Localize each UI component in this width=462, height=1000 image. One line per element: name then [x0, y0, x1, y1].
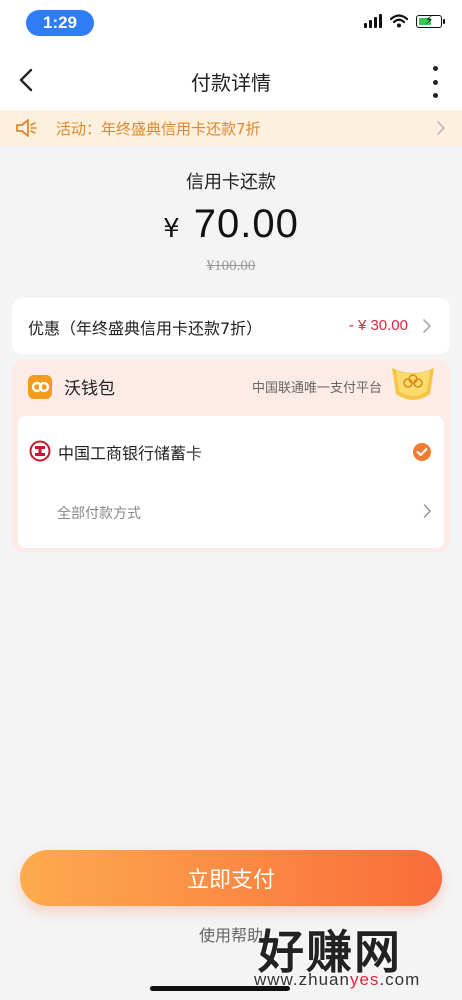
icbc-bank-icon: [29, 440, 51, 462]
nav-bar: 付款详情: [0, 50, 462, 110]
wallet-slogan: 中国联通唯一支付平台: [251, 381, 382, 396]
chevron-right-icon: [437, 121, 446, 135]
battery-charging-icon: ⚡: [416, 13, 445, 28]
status-bar: 1:29 ⚡: [0, 0, 462, 50]
original-amount: ¥100.00: [206, 258, 256, 274]
amount-row: ¥ 70.00: [0, 202, 462, 247]
status-icons: ⚡: [364, 13, 445, 28]
wallet-name: 沃钱包: [64, 379, 115, 399]
signal-icon: [364, 14, 382, 28]
masked-card-number: [188, 432, 308, 466]
chevron-right-icon: [423, 319, 432, 333]
selected-bank-card[interactable]: 中国工商银行储蓄卡: [58, 440, 202, 464]
watermark-logo: 好赚网 www.zhuanyes.com: [252, 916, 452, 996]
payment-title: 信用卡还款: [186, 172, 276, 193]
page-title: 付款详情: [191, 71, 271, 95]
wifi-icon: [390, 14, 408, 28]
unicom-badge-icon: [392, 368, 434, 400]
currency-symbol: ¥: [163, 214, 180, 244]
payment-amount: 70.00: [193, 202, 299, 246]
promo-text: 活动：年终盛典信用卡还款7折: [56, 120, 261, 138]
more-vertical-icon[interactable]: [430, 66, 440, 98]
discount-row[interactable]: 优惠（年终盛典信用卡还款7折） - ¥ 30.00: [12, 298, 450, 354]
check-circle-icon[interactable]: [412, 442, 432, 462]
wallet-card: 沃钱包 中国联通唯一支付平台 中国工商银行储蓄卡 全部付款方式: [12, 360, 450, 552]
status-time: 1:29: [26, 10, 94, 36]
home-indicator[interactable]: [150, 986, 290, 991]
pay-now-button[interactable]: 立即支付: [20, 850, 442, 906]
amount-section: 信用卡还款 ¥ 70.00 ¥100.00: [0, 146, 462, 296]
speaker-icon: [16, 119, 37, 137]
promo-banner[interactable]: 活动：年终盛典信用卡还款7折: [0, 110, 462, 146]
discount-value: - ¥ 30.00: [348, 317, 408, 334]
chevron-right-icon[interactable]: [423, 503, 432, 519]
payment-methods-panel: 中国工商银行储蓄卡 全部付款方式: [18, 416, 444, 548]
wallet-logo-icon: [28, 375, 52, 399]
discount-label: 优惠（年终盛典信用卡还款7折）: [28, 319, 263, 338]
all-payment-methods[interactable]: 全部付款方式: [57, 503, 141, 523]
